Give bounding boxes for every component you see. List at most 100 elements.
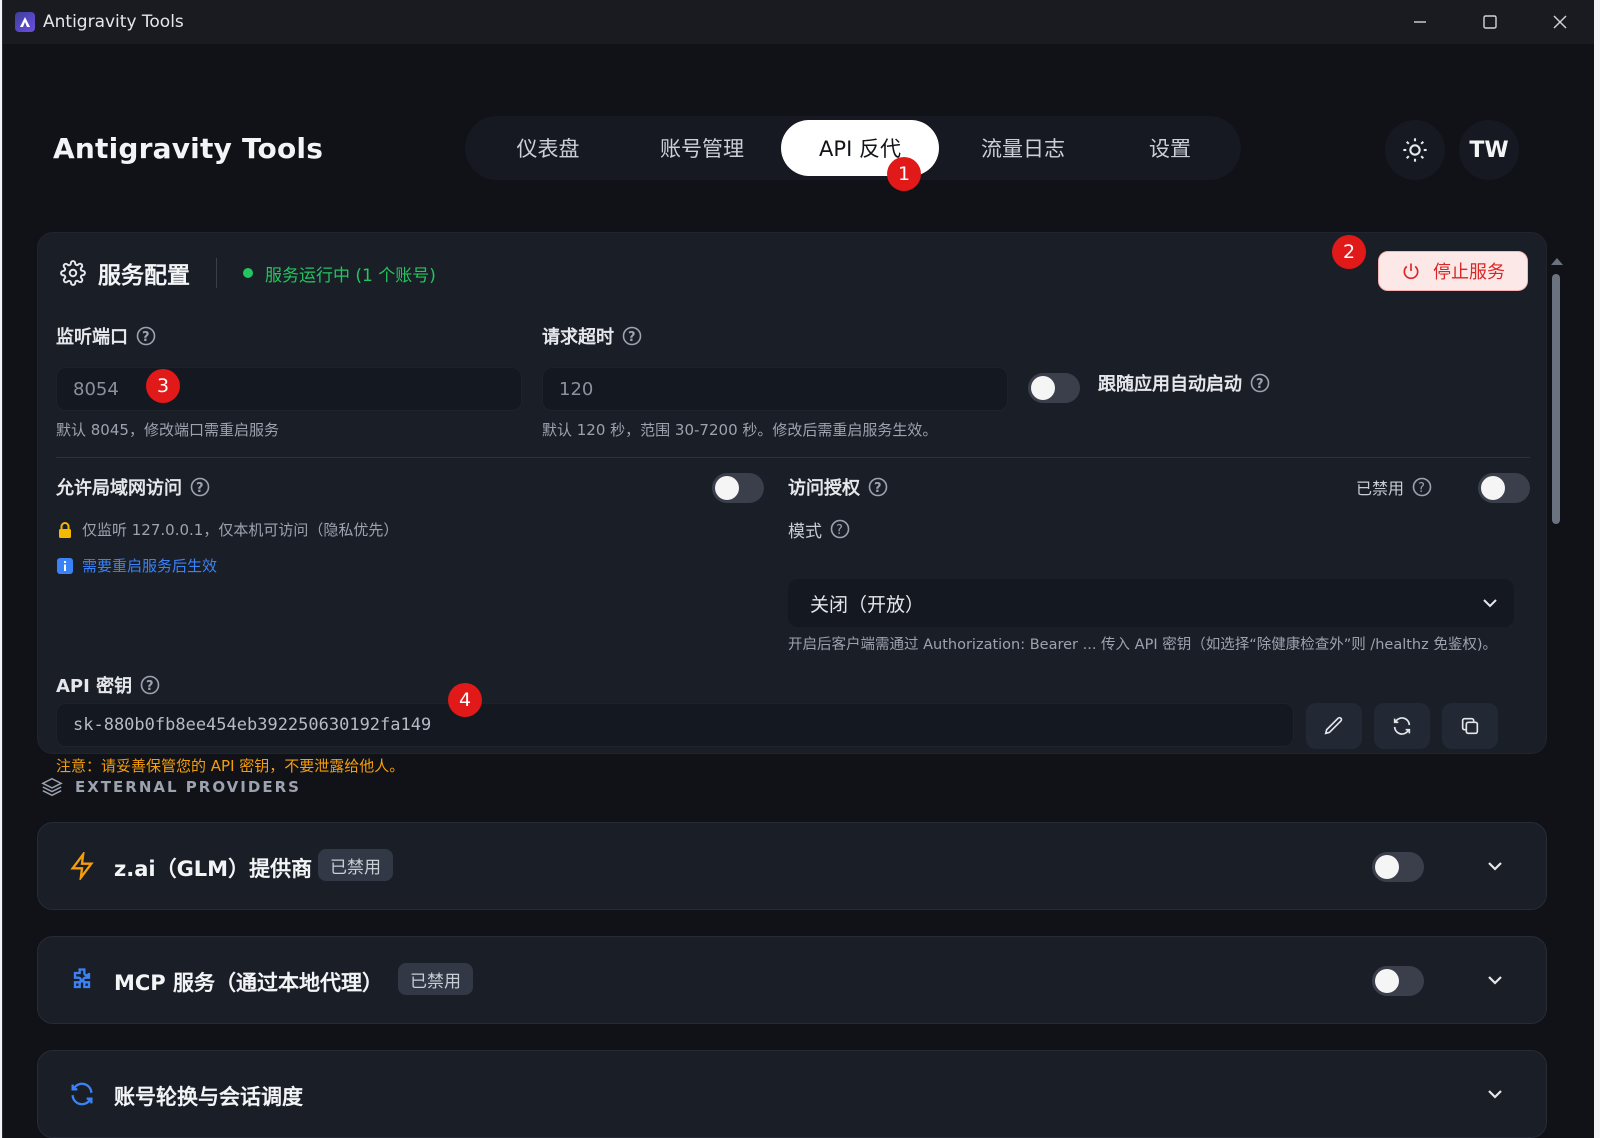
svg-text:?: ? [146,679,154,694]
api-key-input[interactable]: sk-880b0fb8ee454eb392250630192fa149 [56,703,1294,747]
copy-key-button[interactable] [1442,703,1498,749]
zap-icon [70,852,94,880]
help-icon[interactable]: ? [830,519,850,539]
callout-badge-4: 4 [448,683,482,717]
mode-label: 模式 [788,521,822,542]
app-logo-icon [15,12,35,32]
restart-note: 需要重启服务后生效 [82,557,218,575]
chevron-down-icon[interactable] [1484,1083,1506,1105]
copy-icon [1461,717,1479,735]
section-title: EXTERNAL PROVIDERS [75,778,301,796]
toggle-knob [1481,476,1505,500]
maximize-button[interactable] [1455,0,1525,44]
user-avatar[interactable]: TW [1459,120,1519,180]
provider-toggle[interactable] [1372,966,1424,996]
minimize-button[interactable] [1385,0,1455,44]
theme-toggle-button[interactable] [1385,120,1445,180]
regenerate-key-button[interactable] [1374,703,1430,749]
provider-account-rotation[interactable]: 账号轮换与会话调度 [37,1050,1547,1138]
restart-note-row: 需要重启服务后生效 [56,555,217,576]
close-button[interactable] [1525,0,1594,44]
refresh-icon [71,1082,93,1106]
timeout-label-row: 请求超时 ? [542,323,642,349]
auth-label: 访问授权 [788,478,860,499]
port-label: 监听端口 [56,327,128,348]
minimize-icon [1414,21,1426,23]
port-input[interactable]: 8054 [56,367,522,411]
status-dot [243,268,253,278]
edit-key-button[interactable] [1306,703,1362,749]
auth-state-row: 已禁用 ? [1356,469,1432,505]
provider-name: MCP 服务（通过本地代理） [114,971,384,995]
status-badge: 已禁用 [318,849,393,881]
status-badge: 已禁用 [398,963,473,995]
app-window: Antigravity Tools Antigravity Tools 仪表盘 … [2,0,1594,1138]
pencil-icon [1324,716,1343,735]
timeout-label: 请求超时 [542,327,614,348]
mode-label-row: 模式 ? [788,513,850,545]
toggle-knob [1031,376,1055,400]
stop-service-button[interactable]: 停止服务 [1378,251,1528,291]
callout-badge-1: 1 [887,157,921,191]
help-icon[interactable]: ? [140,675,160,695]
svg-text:?: ? [836,523,843,538]
toggle-knob [1375,855,1399,879]
lan-note-row: 仅监听 127.0.0.1，仅本机可访问（隐私优先） [56,519,398,540]
auth-toggle[interactable] [1478,473,1530,503]
chevron-down-icon[interactable] [1484,969,1506,991]
tab-dashboard[interactable]: 仪表盘 [473,120,623,176]
auth-mode-value: 关闭（开放） [810,593,925,616]
window-title: Antigravity Tools [43,12,184,32]
main-content: Antigravity Tools 仪表盘 账号管理 API 反代 流量日志 设… [3,44,1594,1138]
card-title: 服务配置 [98,263,190,289]
provider-toggle[interactable] [1372,852,1424,882]
scroll-thumb[interactable] [1552,274,1560,524]
nav-tabs: 仪表盘 账号管理 API 反代 流量日志 设置 [465,116,1241,180]
provider-name: 账号轮换与会话调度 [114,1085,303,1109]
toggle-knob [715,476,739,500]
svg-text:?: ? [1418,481,1425,496]
service-status: 服务运行中 (1 个账号) [265,265,436,286]
layers-icon [41,777,63,797]
callout-badge-2: 2 [1332,235,1366,269]
autostart-label-row: 跟随应用自动启动 ? [1098,363,1270,403]
help-icon[interactable]: ? [622,326,642,346]
auth-mode-select[interactable]: 关闭（开放） [788,579,1514,627]
info-icon [57,557,73,574]
provider-zai[interactable]: z.ai（GLM）提供商 已禁用 [37,822,1547,910]
scrollbar[interactable] [1549,254,1563,1138]
refresh-icon [1393,717,1411,735]
callout-badge-3: 3 [146,369,180,403]
service-config-card: 服务配置 服务运行中 (1 个账号) 停止服务 2 监听端口 ? 8054 3 … [37,232,1547,775]
api-key-label: API 密钥 [56,676,133,697]
help-icon[interactable]: ? [136,326,156,346]
toggle-knob [1375,969,1399,993]
tab-traffic-logs[interactable]: 流量日志 [939,120,1107,176]
lan-access-toggle[interactable] [712,473,764,503]
lan-label: 允许局域网访问 [56,478,182,499]
auth-state: 已禁用 [1356,479,1405,498]
timeout-hint: 默认 120 秒，范围 30-7200 秒。修改后需重启服务生效。 [542,421,938,439]
api-key-warning: 注意：请妥善保管您的 API 密钥，不要泄露给他人。 [56,757,405,775]
close-icon [1553,15,1567,29]
help-icon[interactable]: ? [1412,477,1432,497]
help-icon[interactable]: ? [868,477,888,497]
chevron-down-icon[interactable] [1484,855,1506,877]
tab-accounts[interactable]: 账号管理 [623,120,781,176]
svg-text:?: ? [142,330,150,345]
provider-mcp[interactable]: MCP 服务（通过本地代理） 已禁用 [37,936,1547,1024]
title-bar: Antigravity Tools [3,0,1594,44]
maximize-icon [1483,15,1497,29]
lock-icon [59,521,71,538]
power-icon [1403,263,1419,280]
api-key-label-row: API 密钥 ? [56,667,160,703]
tab-settings[interactable]: 设置 [1107,120,1233,176]
scroll-up-arrow[interactable] [1551,258,1563,265]
autostart-toggle[interactable] [1028,373,1080,403]
timeout-input[interactable]: 120 [542,367,1008,411]
auth-hint: 开启后客户端需通过 Authorization: Bearer ... 传入 A… [788,637,1497,653]
brand-title: Antigravity Tools [53,132,324,165]
svg-text:?: ? [1256,377,1264,392]
help-icon[interactable]: ? [190,477,210,497]
help-icon[interactable]: ? [1250,373,1270,393]
